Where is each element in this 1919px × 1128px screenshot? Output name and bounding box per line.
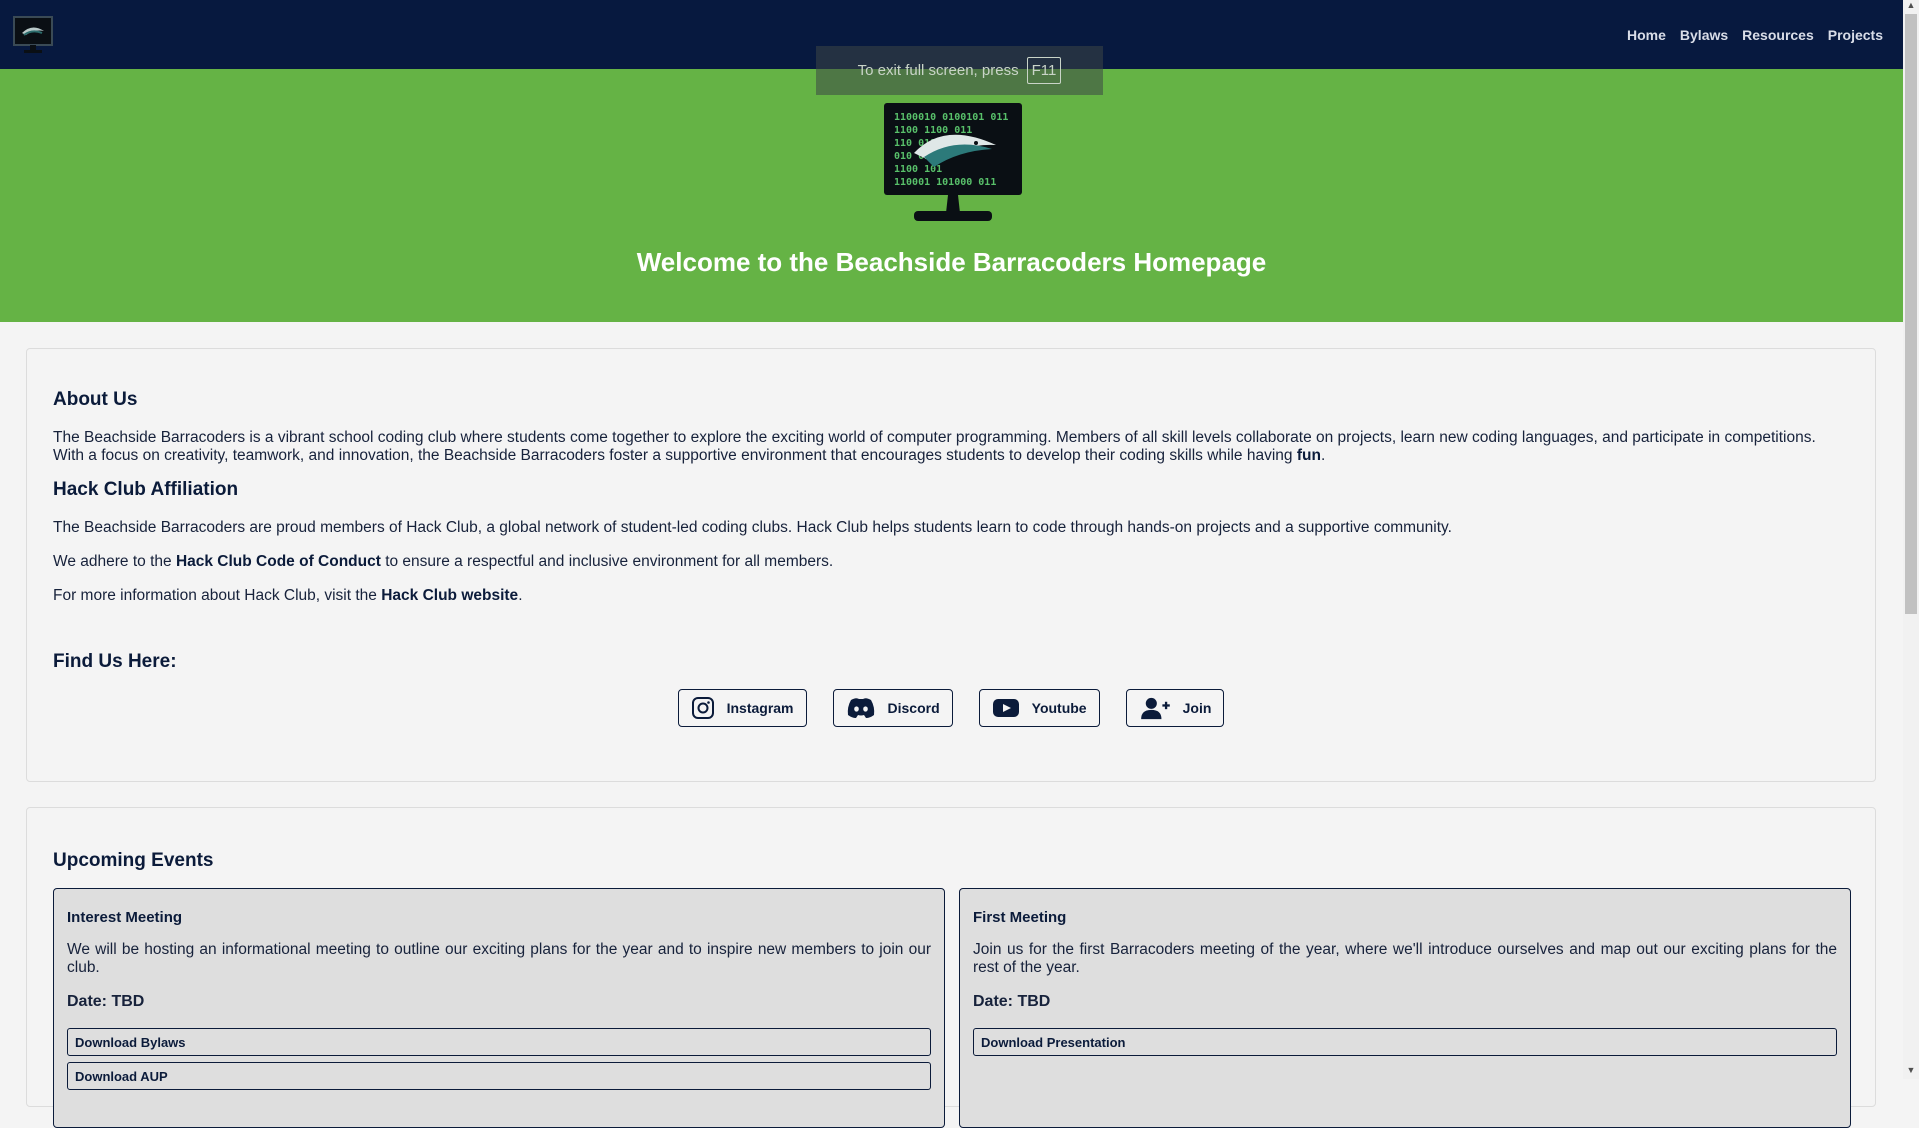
about-text-fun: fun	[1296, 447, 1321, 464]
affiliation-text: The Beachside Barracoders are proud memb…	[53, 519, 1452, 536]
about-card: About Us The Beachside Barracoders is a …	[26, 348, 1876, 782]
youtube-label: Youtube	[1031, 700, 1087, 716]
hero-banner: 1100010 0100101 011 1100 1100 011 110 01…	[0, 69, 1903, 322]
event-card-first-meeting: First Meeting Join us for the first Barr…	[959, 888, 1851, 1128]
nav-home[interactable]: Home	[1627, 27, 1666, 43]
find-us-heading: Find Us Here:	[53, 651, 177, 672]
instagram-button[interactable]: Instagram	[677, 689, 807, 727]
join-button[interactable]: Join	[1125, 689, 1225, 727]
youtube-button[interactable]: Youtube	[978, 689, 1100, 727]
coc-post: to ensure a respectful and inclusive env…	[380, 553, 834, 570]
logo-binary-line: 1100 1100 011	[894, 125, 972, 136]
club-logo-icon[interactable]	[12, 15, 54, 55]
logo-binary-line: 110001 101000 011	[894, 177, 996, 188]
fullscreen-notice-text: To exit full screen, press	[857, 62, 1019, 79]
nav-resources[interactable]: Resources	[1742, 27, 1814, 43]
code-of-conduct-link[interactable]: Hack Club Code of Conduct	[176, 553, 381, 570]
affiliation-heading: Hack Club Affiliation	[53, 479, 239, 500]
about-text: The Beachside Barracoders is a vibrant s…	[53, 429, 1849, 465]
nav-projects[interactable]: Projects	[1828, 27, 1883, 43]
event-date: Date: TBD	[973, 993, 1051, 1010]
scrollbar-thumb[interactable]	[1905, 14, 1917, 614]
instagram-label: Instagram	[726, 700, 794, 716]
page-title: Welcome to the Beachside Barracoders Hom…	[636, 247, 1267, 277]
event-date: Date: TBD	[67, 993, 145, 1010]
code-of-conduct-text: We adhere to the Hack Club Code of Condu…	[53, 553, 1849, 571]
about-text-body: The Beachside Barracoders is a vibrant s…	[53, 429, 1816, 464]
event-description: Join us for the first Barracoders meetin…	[973, 941, 1837, 976]
join-label: Join	[1182, 700, 1212, 716]
nav-bylaws[interactable]: Bylaws	[1680, 27, 1728, 43]
about-text-end: .	[1320, 447, 1326, 464]
discord-button[interactable]: Discord	[832, 689, 953, 727]
download-presentation-button[interactable]: Download Presentation	[973, 1028, 1837, 1056]
barracoders-monitor-logo-icon: 1100010 0100101 011 1100 1100 011 110 01…	[884, 103, 1022, 221]
coc-pre: We adhere to the	[53, 553, 176, 570]
social-links: Instagram Discord Youtube Join	[27, 689, 1875, 727]
hackclub-info-text: For more information about Hack Club, vi…	[53, 587, 1849, 605]
event-description: We will be hosting an informational meet…	[67, 941, 931, 976]
discord-label: Discord	[887, 700, 940, 716]
event-card-interest-meeting: Interest Meeting We will be hosting an i…	[53, 888, 945, 1128]
download-bylaws-button[interactable]: Download Bylaws	[67, 1028, 931, 1056]
add-user-icon	[1140, 697, 1170, 720]
about-heading: About Us	[53, 389, 138, 410]
event-title: Interest Meeting	[67, 909, 183, 926]
page-scrollbar[interactable]: ▲ ▼	[1903, 0, 1919, 1079]
discord-icon	[847, 698, 874, 718]
scroll-down-icon[interactable]: ▼	[1905, 1065, 1917, 1079]
instagram-icon	[691, 697, 714, 719]
events-card: Upcoming Events Interest Meeting We will…	[26, 807, 1876, 1128]
youtube-icon	[992, 699, 1019, 717]
event-title: First Meeting	[973, 909, 1067, 926]
main-nav: Home Bylaws Resources Projects	[1627, 27, 1883, 43]
hc-post: .	[518, 587, 523, 604]
logo-binary-line: 1100010 0100101 011	[894, 112, 1008, 123]
fullscreen-notice: To exit full screen, press F11	[816, 46, 1103, 95]
events-heading: Upcoming Events	[53, 850, 214, 871]
scroll-up-icon[interactable]: ▲	[1905, 0, 1917, 14]
fullscreen-key: F11	[1026, 57, 1062, 84]
hackclub-website-link[interactable]: Hack Club website	[381, 587, 518, 604]
download-aup-button[interactable]: Download AUP	[67, 1062, 931, 1090]
hc-pre: For more information about Hack Club, vi…	[53, 587, 382, 604]
